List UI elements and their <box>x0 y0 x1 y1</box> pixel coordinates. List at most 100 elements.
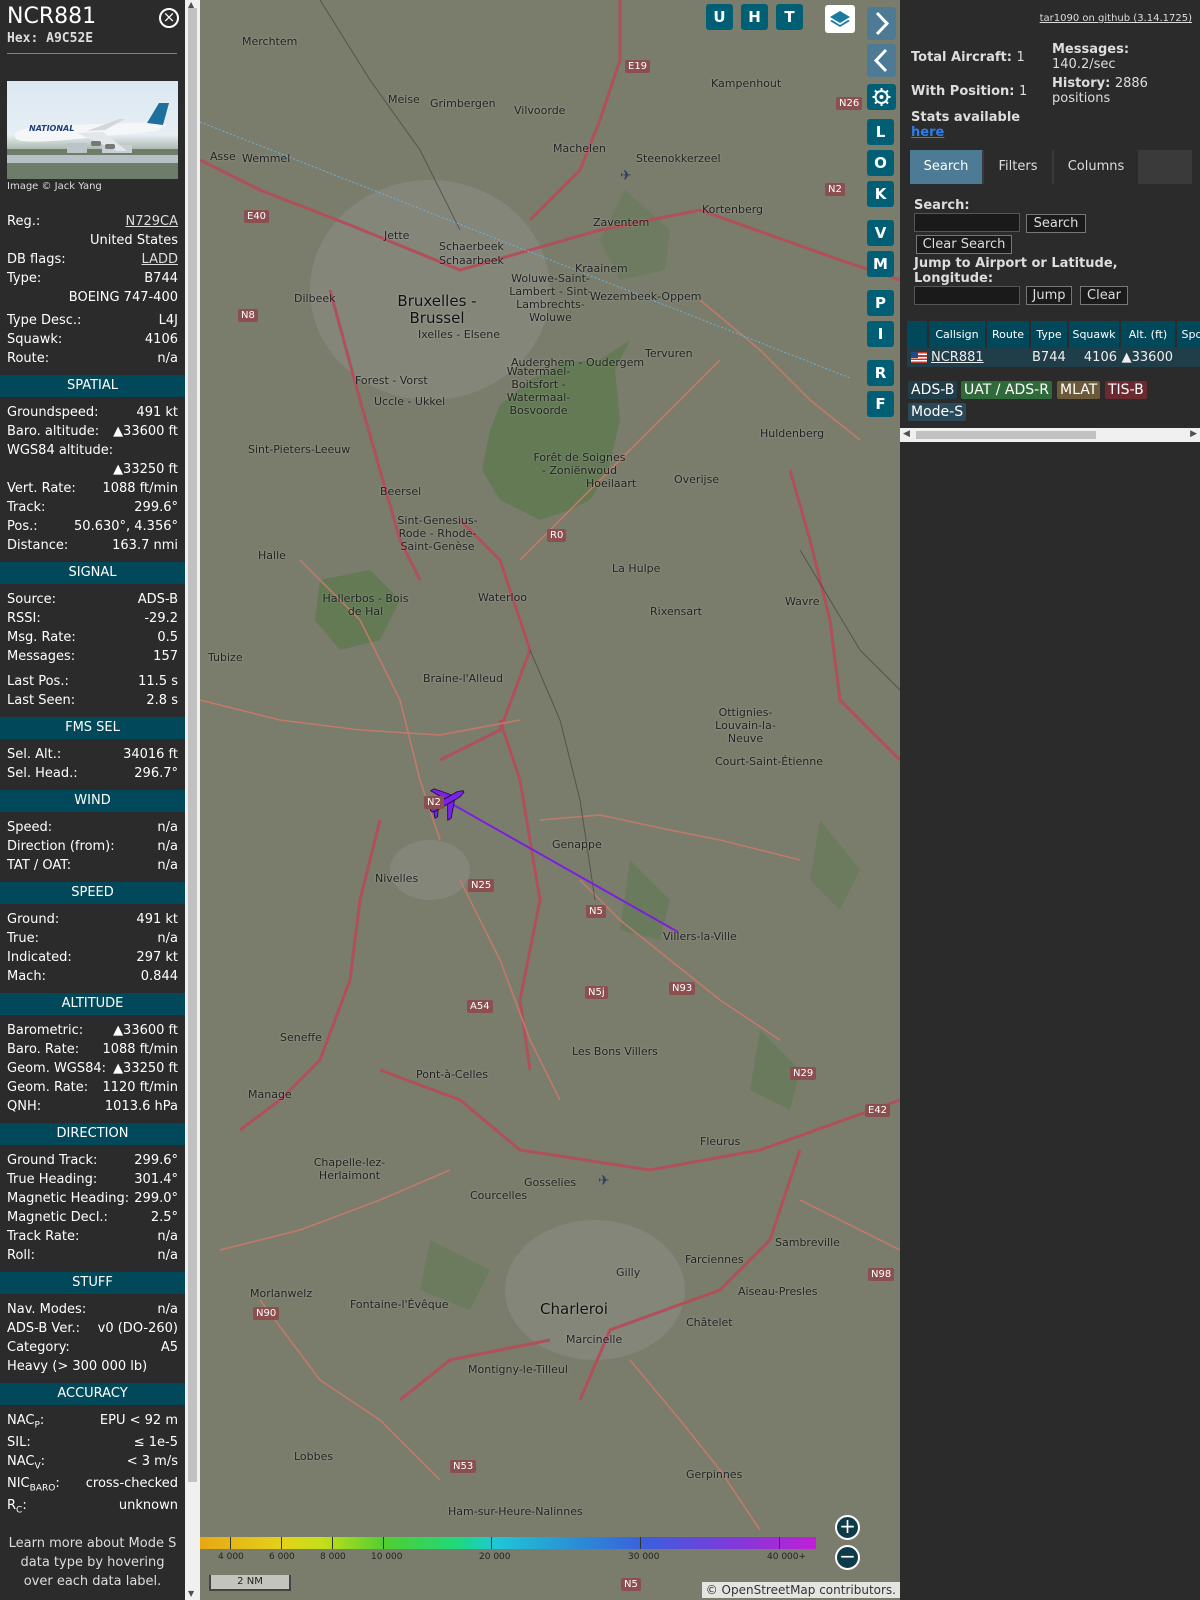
place-label: Overijse <box>674 473 720 486</box>
sidebar-scrollbar[interactable]: ▲ ▼ <box>185 0 200 1600</box>
barometric-row: Barometric: ▲33600 ft <box>7 1022 178 1040</box>
clear-search-button[interactable]: Clear Search <box>916 235 1012 254</box>
scroll-left-icon[interactable]: ◀ <box>903 429 910 439</box>
scroll-down-icon[interactable]: ▼ <box>188 1590 194 1598</box>
mag-decl-label: Magnetic Decl.: <box>7 1210 108 1225</box>
type-value: B744 <box>144 271 178 286</box>
wind-direction-label: Direction (from): <box>7 839 115 854</box>
table-horizontal-scrollbar[interactable]: ◀ ▶ <box>900 428 1200 442</box>
type-name: BOEING 747-400 <box>68 290 178 305</box>
geom-rate-label: Geom. Rate: <box>7 1080 89 1095</box>
aircraft-track-line <box>444 799 679 933</box>
map-button-f[interactable]: F <box>867 391 894 417</box>
speed-mach-value: 0.844 <box>140 969 178 984</box>
map-button-v[interactable]: V <box>867 220 894 246</box>
road-shield: N2 <box>825 183 845 196</box>
road-shield: N5 <box>586 905 606 918</box>
map-attribution[interactable]: © OpenStreetMap contributors. <box>701 1582 900 1598</box>
place-label: Pont-à-Celles <box>416 1068 488 1081</box>
stats-link[interactable]: here <box>911 125 944 140</box>
jump-button[interactable]: Jump <box>1026 286 1072 305</box>
col-header-type[interactable]: Type <box>1031 321 1067 348</box>
vert-rate-label: Vert. Rate: <box>7 481 76 496</box>
expand-right-button[interactable] <box>867 7 896 40</box>
barometric-value: ▲33600 ft <box>113 1023 178 1038</box>
attribution-text[interactable]: © OpenStreetMap contributors. <box>706 1583 896 1597</box>
col-header-altitude[interactable]: Alt. (ft) <box>1121 321 1175 348</box>
col-header-route[interactable]: Route <box>987 321 1029 348</box>
map-button-h[interactable]: H <box>741 4 768 30</box>
map-view[interactable]: ✈ ✈ Merchtem Meise Grimbergen Vilvoorde Mach… <box>200 0 900 1600</box>
category-label: Category: <box>7 1340 70 1355</box>
wgs84-value-row: ▲33250 ft <box>7 461 178 479</box>
mag-heading-label: Magnetic Heading: <box>7 1191 130 1206</box>
flag-cell <box>907 348 927 367</box>
tab-filters[interactable]: Filters <box>984 150 1052 184</box>
col-header-flag[interactable] <box>907 321 927 348</box>
legend-modes: Mode-S <box>908 403 967 421</box>
place-label: Marcinelle <box>566 1333 623 1346</box>
section-spatial: SPATIAL <box>0 375 185 397</box>
db-flags-link[interactable]: LADD <box>142 251 178 269</box>
sel-head-label: Sel. Head.: <box>7 766 78 781</box>
zoom-in-button[interactable]: + <box>835 1515 860 1540</box>
place-label: Waterloo <box>478 591 528 604</box>
road-shield: A54 <box>467 1000 493 1013</box>
zoom-out-button[interactable]: − <box>835 1545 860 1570</box>
history-stat-value: 2886 <box>1114 76 1148 91</box>
section-fms: FMS SEL <box>0 717 185 739</box>
map-button-r[interactable]: R <box>867 360 894 386</box>
col-header-speed[interactable]: Spd <box>1177 321 1200 348</box>
map-button-l[interactable]: L <box>867 119 894 145</box>
tab-columns[interactable]: Columns <box>1054 150 1138 184</box>
altitude-legend-tick <box>230 1537 231 1549</box>
wgs84-value: ▲33250 ft <box>113 462 178 477</box>
sidebar-scroll-thumb[interactable] <box>188 8 197 1482</box>
place-label: Chapelle-lez-Herlaimont <box>313 1156 386 1182</box>
messages-stat-value: 140.2/sec <box>1052 57 1116 72</box>
sil-row: SIL: ≤ 1e-5 <box>7 1434 178 1452</box>
map-button-t[interactable]: T <box>776 4 803 30</box>
true-heading-row: True Heading: 301.4° <box>7 1171 178 1189</box>
place-label: Grimbergen <box>430 97 496 110</box>
close-icon[interactable]: × <box>159 8 179 28</box>
github-link[interactable]: tar1090 on github (3.14.1725) <box>1040 13 1192 24</box>
map-button-u[interactable]: U <box>706 4 733 30</box>
type-desc-row: Type Desc.: L4J <box>7 312 178 330</box>
groundspeed-row: Groundspeed: 491 kt <box>7 404 178 422</box>
tab-search[interactable]: Search <box>910 150 982 184</box>
map-base-layer: ✈ ✈ <box>200 0 900 1531</box>
nacv-row: NACV: < 3 m/s <box>7 1453 178 1472</box>
vert-rate-value: 1088 ft/min <box>102 481 178 496</box>
reg-link[interactable]: N729CA <box>125 213 178 231</box>
map-button-i[interactable]: I <box>867 321 894 347</box>
map-button-o[interactable]: O <box>867 150 894 176</box>
nacv-label-sub: V <box>34 1461 41 1472</box>
road-shield: N53 <box>450 1460 477 1473</box>
route-label: Route: <box>7 351 50 366</box>
scroll-right-icon[interactable]: ▶ <box>1190 429 1197 439</box>
aircraft-photo[interactable]: NATIONAL <box>7 81 178 179</box>
total-aircraft-value: 1 <box>1016 50 1025 65</box>
nacp-label-main: NAC <box>7 1413 35 1428</box>
geom-wgs84-label: Geom. WGS84: <box>7 1061 107 1076</box>
map-button-p[interactable]: P <box>867 290 894 316</box>
history-stat-unit: positions <box>1052 91 1111 106</box>
table-scroll-thumb[interactable] <box>916 431 1096 439</box>
clear-button[interactable]: Clear <box>1080 286 1128 305</box>
jump-input[interactable] <box>914 286 1020 305</box>
divider <box>7 53 177 54</box>
settings-button[interactable] <box>867 84 896 110</box>
map-button-m[interactable]: M <box>867 251 894 277</box>
callsign-cell[interactable]: NCR881 <box>929 348 985 367</box>
search-button[interactable]: Search <box>1026 214 1086 233</box>
place-label: Huldenberg <box>760 427 825 440</box>
collapse-left-button[interactable] <box>867 44 896 77</box>
map-button-k[interactable]: K <box>867 181 894 207</box>
layers-button[interactable] <box>825 5 855 33</box>
col-header-callsign[interactable]: Callsign <box>929 321 985 348</box>
col-header-squawk[interactable]: Squawk <box>1069 321 1119 348</box>
place-label: Steenokkerzeel <box>636 152 721 165</box>
distance-label: Distance: <box>7 538 69 553</box>
search-input[interactable] <box>914 213 1020 232</box>
